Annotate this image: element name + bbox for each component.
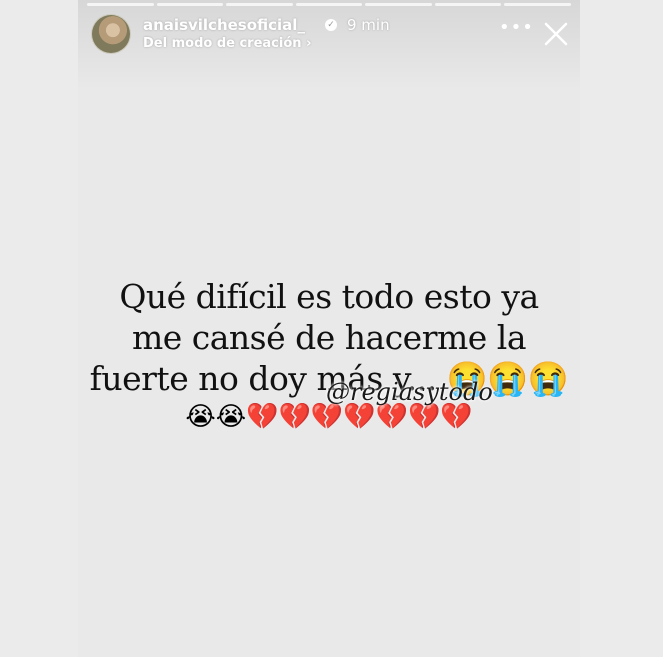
progress-segment xyxy=(434,3,502,6)
story-viewer[interactable]: anaisvilchesoficial_ ✓ 9 min Del modo de… xyxy=(78,0,580,657)
progress-segment xyxy=(226,3,293,6)
progress-segment xyxy=(156,3,224,6)
creation-mode-link[interactable]: Del modo de creación › xyxy=(143,36,311,51)
story-header: anaisvilchesoficial_ ✓ 9 min Del modo de… xyxy=(91,14,570,58)
story-line-2: me cansé de hacerme la xyxy=(131,318,527,357)
story-line-1: Qué difícil es todo esto ya xyxy=(119,277,539,316)
avatar[interactable] xyxy=(91,14,131,54)
chevron-right-icon: › xyxy=(306,36,312,51)
post-time: 9 min xyxy=(347,16,390,34)
progress-segment xyxy=(365,3,432,6)
more-options-icon[interactable]: ••• xyxy=(499,19,533,40)
progress-segment xyxy=(87,3,154,6)
progress-segment xyxy=(295,3,363,6)
verified-badge-icon: ✓ xyxy=(325,19,337,31)
close-icon[interactable] xyxy=(542,20,570,48)
watermark: @regiasytodo xyxy=(326,378,493,406)
username[interactable]: anaisvilchesoficial_ xyxy=(143,16,305,34)
progress-segment xyxy=(504,3,572,6)
story-progress-bar xyxy=(87,3,572,6)
creation-mode-label: Del modo de creación xyxy=(143,36,302,51)
